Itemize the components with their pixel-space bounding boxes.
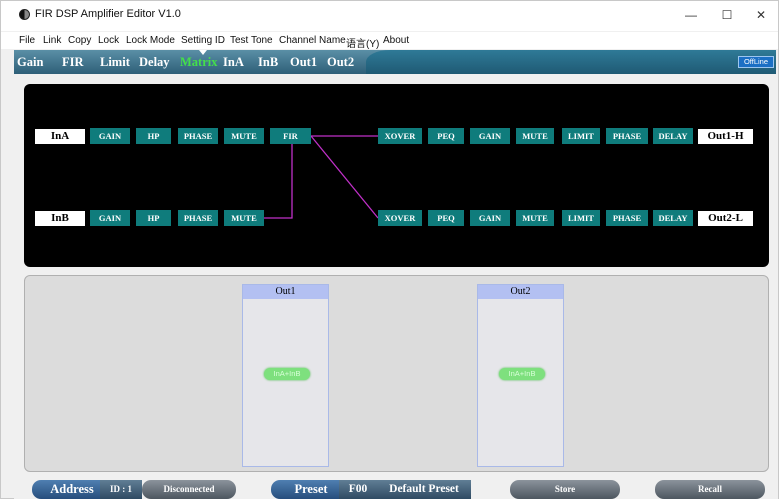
- ina-hp-node[interactable]: HP: [136, 128, 171, 144]
- app-window: FIR DSP Amplifier Editor V1.0 — ☐ ✕ File…: [0, 0, 779, 499]
- out2-delay-node[interactable]: DELAY: [653, 210, 693, 226]
- device-id-label: ID : 1: [100, 480, 142, 499]
- tab-delay[interactable]: Delay: [139, 55, 170, 70]
- out2-gain-node[interactable]: GAIN: [470, 210, 510, 226]
- menu-bar: File Link Copy Lock Lock Mode Setting ID…: [1, 32, 778, 50]
- close-button[interactable]: ✕: [751, 7, 771, 23]
- ina-mute-node[interactable]: MUTE: [224, 128, 264, 144]
- menu-about[interactable]: About: [383, 35, 409, 46]
- inb-phase-node[interactable]: PHASE: [178, 210, 218, 226]
- tab-out2[interactable]: Out2: [327, 55, 354, 70]
- matrix-out2-header: Out2: [478, 285, 563, 299]
- tab-matrix[interactable]: Matrix: [180, 55, 217, 70]
- menu-channel-name[interactable]: Channel Name: [279, 35, 346, 46]
- tab-limit[interactable]: Limit: [100, 55, 130, 70]
- menu-link[interactable]: Link: [43, 35, 61, 46]
- out1-xover-node[interactable]: XOVER: [378, 128, 422, 144]
- out1-mute-node[interactable]: MUTE: [516, 128, 554, 144]
- status-bar: Address ID : 1 Disconnected Preset F00 D…: [14, 479, 778, 499]
- menu-lock[interactable]: Lock: [98, 35, 119, 46]
- ina-phase-node[interactable]: PHASE: [178, 128, 218, 144]
- ina-gain-node[interactable]: GAIN: [90, 128, 130, 144]
- out1-phase-node[interactable]: PHASE: [606, 128, 648, 144]
- out2-xover-node[interactable]: XOVER: [378, 210, 422, 226]
- tab-inb[interactable]: InB: [258, 55, 278, 70]
- out2-peq-node[interactable]: PEQ: [428, 210, 464, 226]
- menu-lock-mode[interactable]: Lock Mode: [126, 35, 175, 46]
- tab-gain[interactable]: Gain: [17, 55, 43, 70]
- menu-copy[interactable]: Copy: [68, 35, 91, 46]
- inb-gain-node[interactable]: GAIN: [90, 210, 130, 226]
- matrix-out1-header: Out1: [243, 285, 328, 299]
- store-button[interactable]: Store: [510, 480, 620, 499]
- tab-out1[interactable]: Out1: [290, 55, 317, 70]
- tab-fir[interactable]: FIR: [62, 55, 84, 70]
- status-badge: OffLine: [738, 56, 774, 68]
- input-inb: InB: [35, 211, 85, 226]
- recall-button[interactable]: Recall: [655, 480, 765, 499]
- title-bar: FIR DSP Amplifier Editor V1.0 — ☐ ✕: [1, 1, 778, 31]
- wire-fir-out2: [310, 135, 379, 219]
- menu-language[interactable]: 语言(Y): [346, 35, 379, 50]
- tab-ina[interactable]: InA: [223, 55, 244, 70]
- input-ina: InA: [35, 129, 85, 144]
- preset-name: Default Preset: [377, 480, 471, 499]
- out2-limit-node[interactable]: LIMIT: [562, 210, 600, 226]
- tab-strip-decoration: [366, 50, 776, 74]
- signal-wires: [264, 135, 379, 219]
- wire-inb-fir: [264, 144, 293, 219]
- menu-setting-id[interactable]: Setting ID: [181, 35, 225, 46]
- fir-node[interactable]: FIR: [270, 128, 311, 144]
- menu-file[interactable]: File: [19, 35, 35, 46]
- matrix-out2-column[interactable]: Out2 InA+InB: [477, 284, 564, 467]
- maximize-button[interactable]: ☐: [717, 7, 737, 23]
- out1-delay-node[interactable]: DELAY: [653, 128, 693, 144]
- out1-gain-node[interactable]: GAIN: [470, 128, 510, 144]
- out2-mute-node[interactable]: MUTE: [516, 210, 554, 226]
- tab-strip: Gain FIR Limit Delay Matrix InA InB Out1…: [14, 50, 776, 74]
- matrix-out1-source[interactable]: InA+InB: [264, 368, 310, 380]
- window-title: FIR DSP Amplifier Editor V1.0: [35, 8, 181, 20]
- inb-hp-node[interactable]: HP: [136, 210, 171, 226]
- inb-mute-node[interactable]: MUTE: [224, 210, 264, 226]
- matrix-out1-column[interactable]: Out1 InA+InB: [242, 284, 329, 467]
- matrix-panel: Out1 InA+InB Out2 InA+InB: [24, 275, 769, 472]
- menu-test-tone[interactable]: Test Tone: [230, 35, 273, 46]
- out2-phase-node[interactable]: PHASE: [606, 210, 648, 226]
- routing-panel: InA GAIN HP PHASE MUTE FIR XOVER PEQ GAI…: [24, 84, 769, 267]
- output-out1-h: Out1-H: [698, 129, 753, 144]
- preset-code: F00: [339, 480, 377, 499]
- output-out2-l: Out2-L: [698, 211, 753, 226]
- out1-peq-node[interactable]: PEQ: [428, 128, 464, 144]
- matrix-out2-source[interactable]: InA+InB: [499, 368, 545, 380]
- connection-status: Disconnected: [142, 480, 236, 499]
- minimize-button[interactable]: —: [681, 7, 701, 23]
- app-logo-icon: [19, 9, 30, 20]
- out1-limit-node[interactable]: LIMIT: [562, 128, 600, 144]
